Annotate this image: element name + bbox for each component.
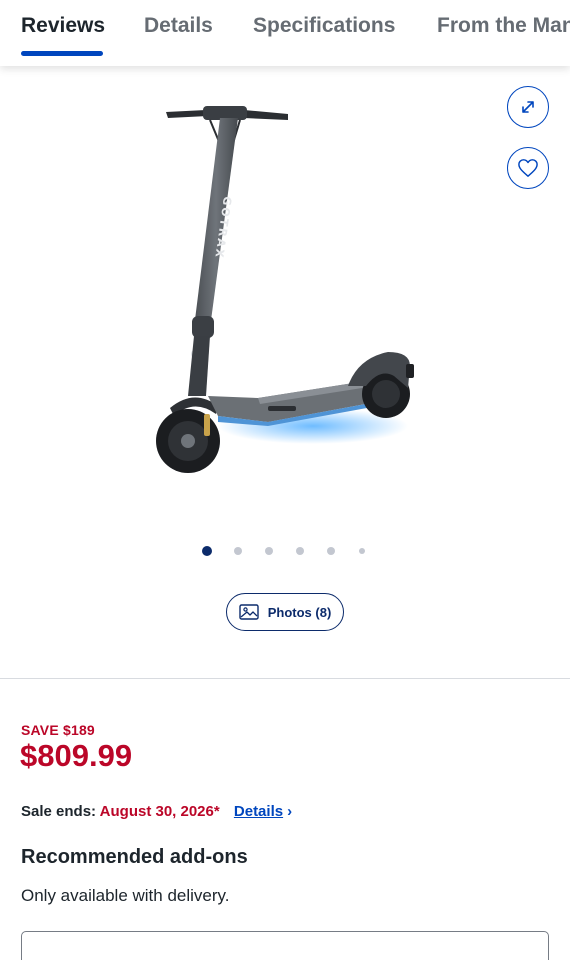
recommended-addons-subtitle: Only available with delivery.: [21, 886, 230, 905]
photos-button-label: Photos (8): [267, 604, 332, 620]
recommended-addons-title: Recommended add-ons: [21, 846, 248, 868]
sale-ends-row: Sale ends: August 30, 2026* Details ›: [21, 803, 292, 820]
image-icon: [239, 604, 259, 620]
product-price: $809.99: [20, 738, 133, 773]
pager-dot-4[interactable]: [296, 547, 304, 555]
pager-dot-6[interactable]: [359, 548, 365, 554]
tab-details[interactable]: Details: [144, 14, 213, 38]
section-divider: [0, 678, 570, 679]
tab-specifications[interactable]: Specifications: [253, 14, 395, 38]
sale-details-link[interactable]: Details: [234, 803, 283, 820]
chevron-right-icon[interactable]: ›: [287, 803, 292, 820]
expand-button[interactable]: [507, 86, 549, 128]
favorite-button[interactable]: [507, 147, 549, 189]
pager-dot-1[interactable]: [202, 546, 212, 556]
tab-reviews[interactable]: Reviews: [21, 14, 105, 38]
savings-badge: SAVE $189: [21, 722, 95, 738]
sale-ends-label: Sale ends:: [21, 803, 97, 820]
image-pager: [200, 544, 370, 558]
sale-ends-date: August 30, 2026*: [99, 803, 220, 820]
product-gallery[interactable]: GOTRAX Photos (8): [0, 66, 570, 678]
heart-icon: [518, 159, 538, 177]
tab-from-the-manufacturer[interactable]: From the Manufacturer: [437, 14, 570, 38]
pager-dot-3[interactable]: [265, 547, 273, 555]
tab-bar: Reviews Details Specifications From the …: [0, 0, 570, 66]
pager-dot-5[interactable]: [327, 547, 335, 555]
active-tab-indicator: [21, 51, 103, 56]
photos-button[interactable]: Photos (8): [226, 593, 344, 631]
addon-option-card[interactable]: [21, 931, 549, 960]
expand-arrows-icon: [522, 101, 534, 113]
pager-dot-2[interactable]: [234, 547, 242, 555]
product-image-scooter[interactable]: GOTRAX: [148, 96, 423, 496]
